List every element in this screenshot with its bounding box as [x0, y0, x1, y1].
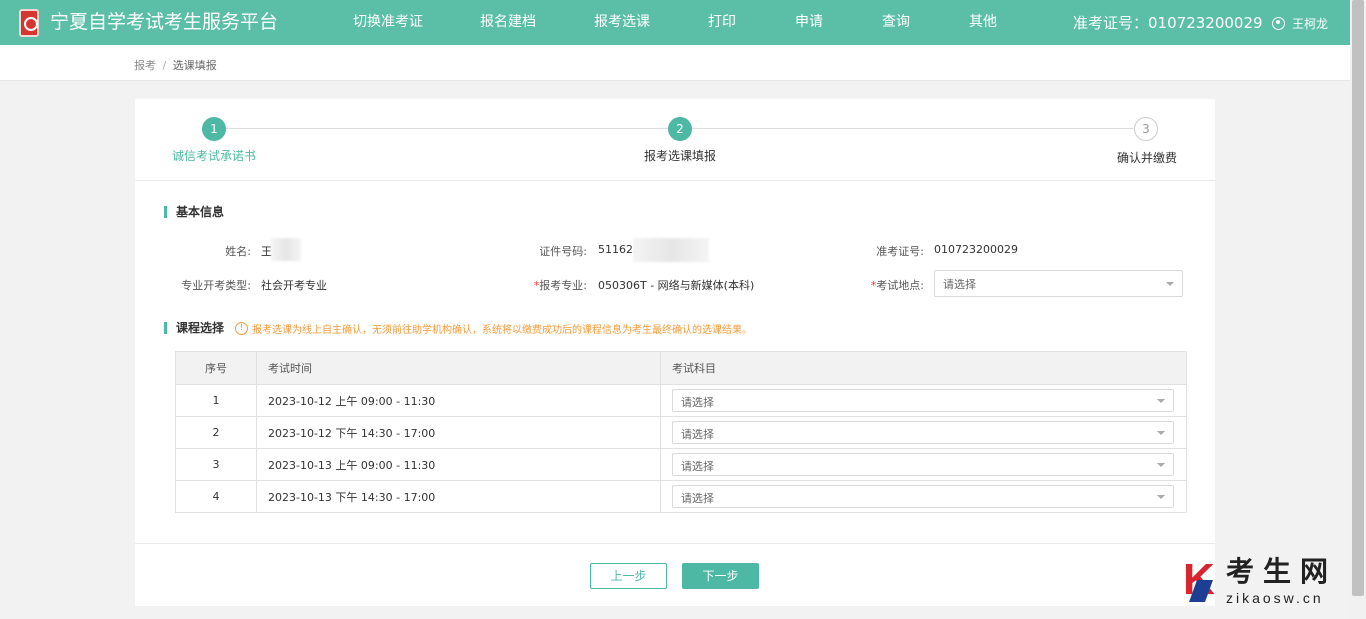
- nav-registration[interactable]: 报名建档: [480, 14, 536, 31]
- major-label-text: 报考专业:: [539, 279, 587, 292]
- course-notice-text: 报考选课为线上自主确认，无须前往助学机构确认，系统将以缴费成功后的课程信息为考生…: [252, 325, 752, 336]
- chevron-down-icon: [1157, 430, 1165, 435]
- subject-select-placeholder: 请选择: [681, 396, 714, 409]
- major-value: 050306T - 网络与新媒体(本科): [598, 279, 755, 292]
- type-label: 专业开考类型:: [181, 279, 251, 292]
- chevron-down-icon: [1157, 462, 1165, 467]
- breadcrumb-root[interactable]: 报考: [134, 59, 156, 72]
- col-header-time: 考试时间: [256, 351, 661, 385]
- row-subject-cell: 请选择: [660, 416, 1187, 449]
- row-subject-cell: 请选择: [660, 384, 1187, 417]
- row-exam-time: 2023-10-12 下午 14:30 - 17:00: [256, 416, 661, 449]
- exam-location-select[interactable]: 请选择: [934, 270, 1183, 297]
- row-subject-cell: 请选择: [660, 480, 1187, 513]
- breadcrumb: 报考 / 选课填报: [134, 57, 217, 73]
- next-step-button[interactable]: 下一步: [682, 563, 759, 589]
- row-subject-cell: 请选择: [660, 448, 1187, 481]
- row-index: 2: [175, 416, 257, 449]
- table-row: 3 2023-10-13 上午 09:00 - 11:30 请选择: [175, 448, 1187, 481]
- header-ticket-label: 准考证号：: [1073, 14, 1149, 32]
- top-header: 宁夏自学考试考生服务平台 切换准考证 报名建档 报考选课 打印 申请 查询 其他…: [0, 0, 1350, 45]
- step-1-circle: 1: [202, 117, 226, 141]
- table-row: 1 2023-10-12 上午 09:00 - 11:30 请选择: [175, 384, 1187, 417]
- location-label-text: 考试地点:: [876, 279, 924, 292]
- table-header-row: 序号 考试时间 考试科目: [175, 351, 1187, 385]
- watermark-cn-text: 考生网: [1226, 555, 1338, 588]
- subject-select-placeholder: 请选择: [681, 428, 714, 441]
- step-connector: [692, 128, 1134, 129]
- chevron-down-icon: [1166, 281, 1174, 286]
- ticket-label: 准考证号:: [876, 245, 924, 258]
- nav-query[interactable]: 查询: [882, 14, 910, 31]
- chevron-down-icon: [1157, 494, 1165, 499]
- location-label: *考试地点:: [870, 279, 924, 292]
- table-row: 2 2023-10-12 下午 14:30 - 17:00 请选择: [175, 416, 1187, 449]
- subject-select-placeholder: 请选择: [681, 492, 714, 505]
- nav-other[interactable]: 其他: [969, 14, 997, 31]
- step-connector: [225, 128, 680, 129]
- seal-logo-icon: [19, 9, 39, 37]
- watermark-en-text: zikaosw.cn: [1226, 590, 1324, 606]
- row-exam-time: 2023-10-13 下午 14:30 - 17:00: [256, 480, 661, 513]
- watermark-logo: K 考生网 zikaosw.cn: [1180, 556, 1355, 608]
- nav-apply[interactable]: 申请: [795, 14, 823, 31]
- exam-location-placeholder: 请选择: [943, 277, 976, 291]
- row-exam-time: 2023-10-12 上午 09:00 - 11:30: [256, 384, 661, 417]
- warning-icon: !: [235, 322, 248, 335]
- user-menu[interactable]: 王柯龙: [1272, 15, 1328, 32]
- step-3-circle: 3: [1134, 117, 1158, 141]
- breadcrumb-current: 选课填报: [172, 59, 217, 72]
- row-index: 4: [175, 480, 257, 513]
- nav-print[interactable]: 打印: [708, 14, 736, 31]
- step-1-label: 诚信考试承诺书: [172, 149, 257, 163]
- subject-select[interactable]: 请选择: [672, 485, 1174, 508]
- step-2-circle: 2: [668, 117, 692, 141]
- col-header-subject: 考试科目: [660, 351, 1187, 385]
- subject-select-placeholder: 请选择: [681, 460, 714, 473]
- name-label: 姓名:: [225, 245, 251, 258]
- prev-step-button[interactable]: 上一步: [590, 563, 667, 589]
- course-notice: ! 报考选课为线上自主确认，无须前往助学机构确认，系统将以缴费成功后的课程信息为…: [235, 321, 752, 336]
- row-index: 3: [175, 448, 257, 481]
- redacted-name: [271, 238, 301, 261]
- header-ticket-number: 010723200029: [1148, 14, 1263, 32]
- steps-divider: [135, 180, 1215, 181]
- user-icon: [1272, 17, 1285, 30]
- scrollbar-thumb[interactable]: [1352, 0, 1364, 596]
- row-index: 1: [175, 384, 257, 417]
- course-table: 序号 考试时间 考试科目 1 2023-10-12 上午 09:00 - 11:…: [175, 351, 1187, 513]
- subject-select[interactable]: 请选择: [672, 389, 1174, 412]
- watermark-k-letter: K: [1183, 555, 1215, 604]
- nav-course-selection[interactable]: 报考选课: [594, 14, 650, 31]
- type-value: 社会开考专业: [261, 279, 327, 292]
- step-3-label: 确认并缴费: [1117, 151, 1178, 165]
- row-exam-time: 2023-10-13 上午 09:00 - 11:30: [256, 448, 661, 481]
- page-scrollbar[interactable]: [1350, 0, 1366, 619]
- id-label: 证件号码:: [539, 245, 587, 258]
- chevron-down-icon: [1157, 398, 1165, 403]
- breadcrumb-separator: /: [162, 59, 167, 72]
- table-row: 4 2023-10-13 下午 14:30 - 17:00 请选择: [175, 480, 1187, 513]
- major-label: *报考专业:: [533, 279, 587, 292]
- course-section-title: 课程选择: [164, 322, 224, 334]
- basic-info-title: 基本信息: [164, 206, 224, 218]
- footer-divider: [135, 543, 1215, 544]
- subject-select[interactable]: 请选择: [672, 453, 1174, 476]
- header-ticket: 准考证号：010723200029: [1073, 14, 1263, 32]
- col-header-index: 序号: [175, 351, 257, 385]
- redacted-id: [633, 238, 709, 262]
- subject-select[interactable]: 请选择: [672, 421, 1174, 444]
- ticket-value: 010723200029: [934, 243, 1018, 256]
- step-2-label: 报考选课填报: [644, 149, 717, 163]
- site-title[interactable]: 宁夏自学考试考生服务平台: [50, 10, 278, 34]
- breadcrumb-bar: 报考 / 选课填报: [0, 45, 1350, 81]
- nav-switch-ticket[interactable]: 切换准考证: [353, 14, 423, 31]
- user-name: 王柯龙: [1292, 17, 1329, 31]
- main-card: 1 诚信考试承诺书 2 报考选课填报 3 确认并缴费 基本信息 姓名: 王 证件…: [135, 99, 1215, 606]
